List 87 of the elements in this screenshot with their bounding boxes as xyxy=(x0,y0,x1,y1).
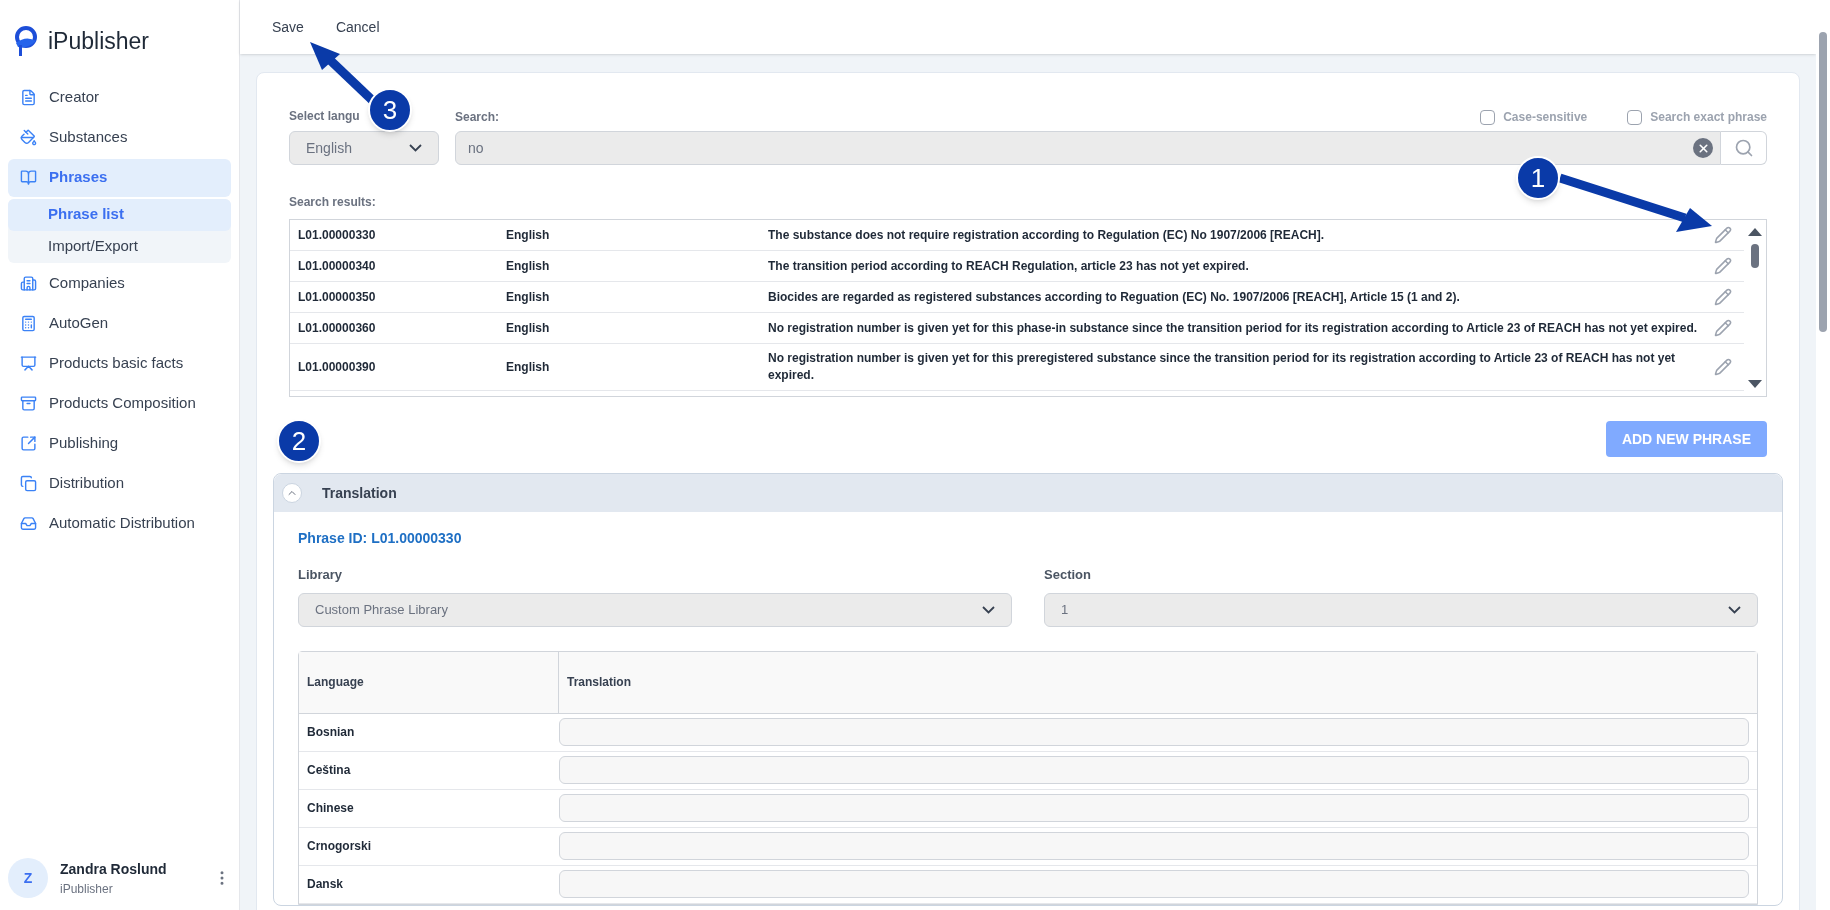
table-cell-text: L01.00000340 xyxy=(297,258,377,275)
table-cell-text: English xyxy=(506,359,551,376)
edit-icon[interactable] xyxy=(1714,257,1732,275)
table-cell-text: The substance does not require registration according to Regulation (EC) No 1907/2006 [REACH]. xyxy=(768,226,1326,244)
sidebar-item[interactable]: AutoGen xyxy=(8,304,231,343)
checkbox-label: Case-sensitive xyxy=(1503,109,1588,126)
field-label: Section xyxy=(1044,566,1092,584)
sidebar-item[interactable]: Distribution xyxy=(8,464,231,503)
results-label: Search results: xyxy=(289,194,376,211)
checkbox-label: Search exact phrase xyxy=(1650,109,1767,126)
checkbox[interactable] xyxy=(1480,109,1496,125)
language-name: Chinese xyxy=(306,800,355,817)
edit-icon[interactable] xyxy=(1714,288,1732,306)
field-label: Search: xyxy=(455,109,500,126)
table-cell-text: No registration number is given yet for this phase-in substance since the transition period for its registration according to Article 23 of REACH has not yet expired. xyxy=(768,319,1699,337)
translation-input[interactable] xyxy=(559,718,1749,746)
translation-input[interactable] xyxy=(559,756,1749,784)
nav-icon xyxy=(20,129,37,146)
column-header: Language xyxy=(299,651,559,713)
table-cell-text: Biocides are regarded as registered substances according to Reguation (EC) No. 1907/2006 [REACH], Article 15 (1 and 2). xyxy=(768,288,1461,306)
scrollbar-thumb[interactable] xyxy=(1751,244,1759,268)
table-cell-text: L01.00000360 xyxy=(297,320,377,337)
sidebar-item[interactable]: Automatic Distribution xyxy=(8,504,231,543)
nav-icon xyxy=(20,435,37,452)
nav-icon xyxy=(20,355,37,372)
page-scrollbar[interactable] xyxy=(1816,0,1830,910)
user-organization: iPublisher xyxy=(60,880,114,898)
collapse-icon[interactable] xyxy=(282,483,302,503)
user-name: Zandra Roslund xyxy=(60,859,168,879)
nav-icon xyxy=(20,515,37,532)
chevron-down-icon xyxy=(982,605,995,614)
edit-icon[interactable] xyxy=(1714,226,1732,244)
toolbar-button[interactable]: Save xyxy=(260,12,316,42)
sidebar-subitem[interactable]: Phrase list xyxy=(8,198,231,231)
nav-icon xyxy=(20,169,37,186)
table-cell-text: L01.00000350 xyxy=(297,289,377,306)
language-name: Bosnian xyxy=(306,724,356,741)
nav-icon xyxy=(20,275,37,292)
logo-icon xyxy=(12,25,40,58)
translation-input[interactable] xyxy=(559,870,1749,898)
accordion-title: Translation xyxy=(322,483,397,503)
checkbox[interactable] xyxy=(1627,109,1643,125)
translation-input[interactable] xyxy=(559,832,1749,860)
field-label: Select langu xyxy=(289,108,360,125)
table-cell-text: English xyxy=(506,289,551,306)
accordion-header[interactable]: Translation xyxy=(274,474,1782,512)
table-cell-text: English xyxy=(506,227,551,244)
table-cell-text: L01.00000330 xyxy=(297,227,377,244)
phrase-id: Phrase ID: L01.00000330 xyxy=(298,529,463,548)
nav-icon xyxy=(20,315,37,332)
search-field[interactable]: no xyxy=(455,131,1721,165)
table-cell-text: English xyxy=(506,258,551,275)
sidebar-item[interactable]: Publishing xyxy=(8,424,231,463)
dropdown[interactable]: 1 xyxy=(1044,592,1758,627)
sidebar-subitem[interactable]: Import/Export xyxy=(8,230,231,263)
sidebar-item[interactable]: Products Composition xyxy=(8,384,231,423)
edit-icon[interactable] xyxy=(1714,358,1732,376)
chevron-down-icon xyxy=(1728,605,1741,614)
scroll-up-icon[interactable] xyxy=(1748,228,1762,236)
sidebar-item[interactable]: Products basic facts xyxy=(8,344,231,383)
language-name: Dansk xyxy=(306,876,345,893)
nav-icon xyxy=(20,395,37,412)
nav-icon xyxy=(20,475,37,492)
language-name: Ceština xyxy=(306,762,352,779)
search-button[interactable] xyxy=(1721,131,1767,165)
toolbar-button[interactable]: Cancel xyxy=(323,12,392,42)
table-cell-text: The transition period according to REACH Regulation, article 23 has not yet expired. xyxy=(768,257,1250,275)
language-select[interactable]: English xyxy=(289,131,439,165)
sidebar-item[interactable]: Phrases xyxy=(8,158,231,197)
sidebar-item[interactable]: Creator xyxy=(8,78,231,117)
dropdown[interactable]: Custom Phrase Library xyxy=(298,592,1012,627)
table-cell-text: L01.00000390 xyxy=(297,359,377,376)
translation-input[interactable] xyxy=(559,794,1749,822)
scroll-down-icon[interactable] xyxy=(1748,380,1762,388)
sidebar-item[interactable]: Companies xyxy=(8,264,231,303)
search-icon xyxy=(1733,138,1754,158)
language-name: Crnogorski xyxy=(306,838,372,855)
column-header: Translation xyxy=(566,674,632,691)
table-cell-text: No registration number is given yet for this preregistered substance since the transition period for its registration according to Article 23 of REACH has not yet expired. xyxy=(768,350,1677,384)
sidebar-item[interactable]: Substances xyxy=(8,118,231,157)
edit-icon[interactable] xyxy=(1714,319,1732,337)
avatar: Z xyxy=(8,858,48,898)
nav-icon xyxy=(20,89,37,106)
field-label: Library xyxy=(298,566,344,584)
chevron-down-icon xyxy=(409,144,422,152)
app-logo-text: iPublisher xyxy=(48,27,149,56)
table-cell-text: English xyxy=(506,320,551,337)
